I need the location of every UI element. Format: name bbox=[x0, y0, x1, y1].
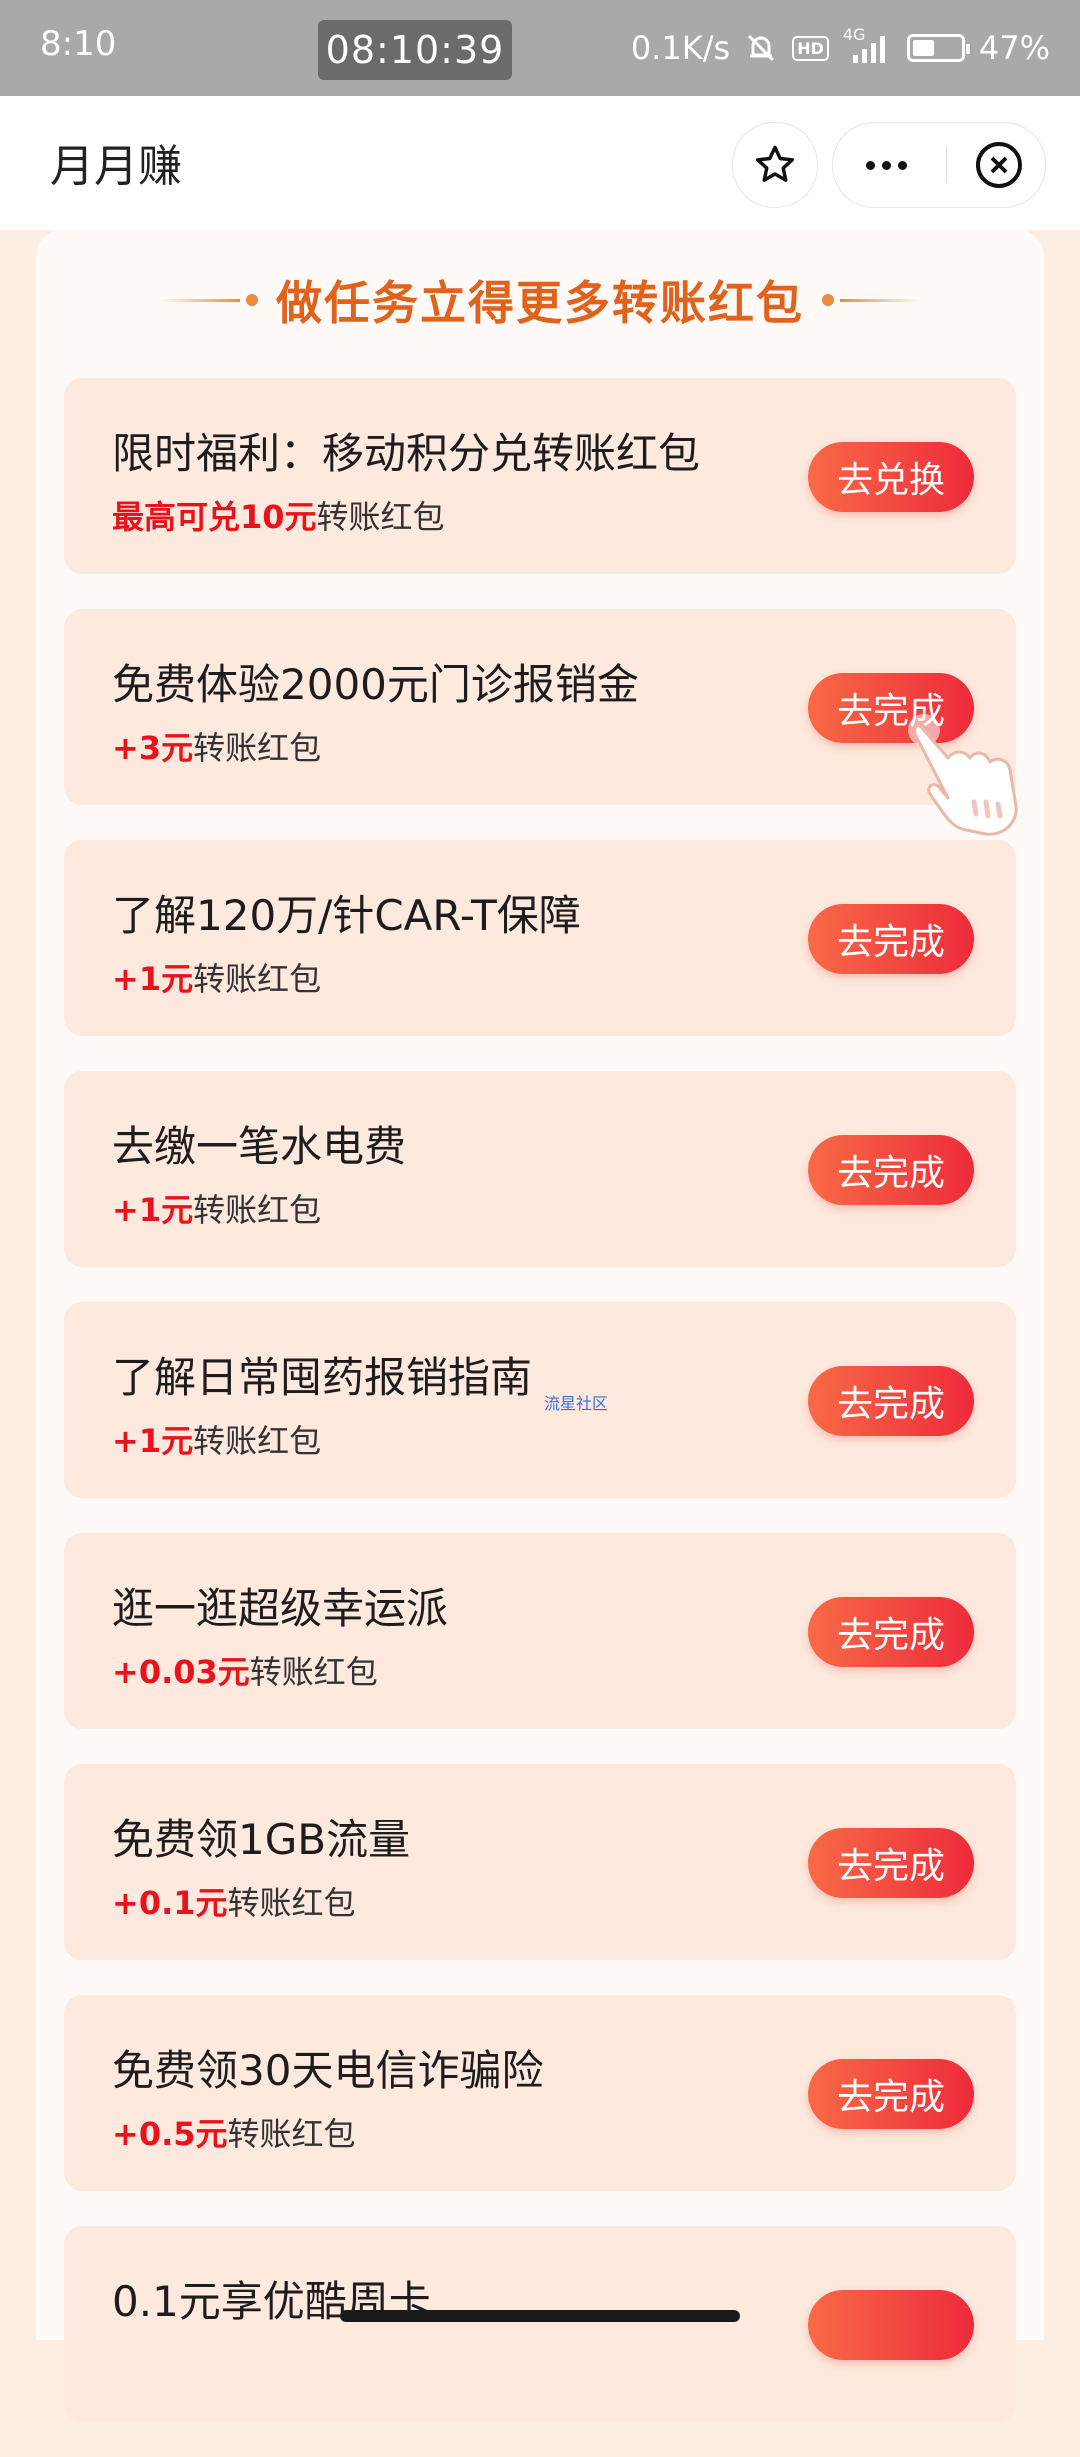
reward-label: 转账红包 bbox=[193, 1422, 322, 1460]
capsule-menu bbox=[832, 122, 1046, 208]
mini-program-title-bar: 月月赚 bbox=[0, 96, 1080, 230]
task-title: 了解120万/针CAR-T保障 bbox=[112, 891, 581, 940]
reward-amount: +1元 bbox=[112, 1191, 194, 1229]
task-reward: 最高可兑10元转账红包 bbox=[112, 492, 445, 538]
task-card[interactable]: 了解日常囤药报销指南 +1元转账红包 去完成 bbox=[64, 1302, 1016, 1498]
task-title: 去缴一笔水电费 bbox=[112, 1122, 407, 1171]
task-title: 免费体验2000元门诊报销金 bbox=[112, 660, 639, 709]
home-indicator[interactable] bbox=[340, 2310, 740, 2322]
task-card[interactable]: 免费领30天电信诈骗险 +0.5元转账红包 去完成 bbox=[64, 1995, 1016, 2191]
more-icon-dot bbox=[897, 160, 907, 170]
task-card[interactable]: 逛一逛超级幸运派 +0.03元转账红包 去完成 bbox=[64, 1533, 1016, 1729]
task-panel: 做任务立得更多转账红包 限时福利：移动积分兑转账红包 最高可兑10元转账红包 去兑换… bbox=[36, 230, 1044, 2422]
heading-decoration-right bbox=[822, 294, 920, 306]
status-icons: 0.1K/s HD 4G 47% bbox=[631, 22, 1050, 74]
reward-amount: +0.03元 bbox=[112, 1653, 250, 1691]
favorite-button[interactable] bbox=[732, 122, 818, 208]
task-card[interactable]: 限时福利：移动积分兑转账红包 最高可兑10元转账红包 去兑换 bbox=[64, 378, 1016, 574]
reward-label: 转账红包 bbox=[193, 1191, 322, 1229]
section-title: 做任务立得更多转账红包 bbox=[276, 276, 804, 330]
task-reward: +0.5元转账红包 bbox=[112, 2109, 356, 2155]
reward-label: 转账红包 bbox=[193, 729, 322, 767]
more-button[interactable] bbox=[833, 123, 939, 207]
status-time: 8:10 bbox=[40, 24, 117, 64]
close-button[interactable] bbox=[953, 123, 1045, 207]
star-icon bbox=[756, 145, 794, 182]
hd-badge: HD bbox=[792, 35, 829, 61]
complete-task-button[interactable]: 去完成 bbox=[808, 2059, 974, 2129]
watermark: 流星社区 bbox=[544, 1394, 609, 1413]
heading-decoration-left bbox=[160, 294, 258, 306]
task-title: 逛一逛超级幸运派 bbox=[112, 1584, 449, 1633]
task-title: 免费领1GB流量 bbox=[112, 1815, 411, 1864]
status-bar: 8:10 08:10:39 0.1K/s HD 4G 47% bbox=[0, 0, 1080, 96]
complete-task-button[interactable]: 去完成 bbox=[808, 1828, 974, 1898]
task-card[interactable]: 去缴一笔水电费 +1元转账红包 去完成 bbox=[64, 1071, 1016, 1267]
reward-label: 转账红包 bbox=[227, 2115, 356, 2153]
task-title: 限时福利：移动积分兑转账红包 bbox=[112, 429, 701, 478]
redeem-button[interactable]: 去兑换 bbox=[808, 442, 974, 512]
task-title: 了解日常囤药报销指南 bbox=[112, 1353, 533, 1402]
reward-label: 转账红包 bbox=[193, 960, 322, 998]
reward-amount: +0.1元 bbox=[112, 1884, 228, 1922]
reward-label: 转账红包 bbox=[316, 498, 445, 536]
screen-recording-clock: 08:10:39 bbox=[318, 20, 512, 80]
battery-icon bbox=[906, 34, 970, 62]
net-speed: 0.1K/s bbox=[630, 29, 731, 67]
task-reward: +1元转账红包 bbox=[112, 1185, 321, 1231]
complete-task-button[interactable]: 去完成 bbox=[808, 1366, 974, 1436]
complete-task-button[interactable]: 去完成 bbox=[808, 904, 974, 974]
task-card[interactable]: 0.1元享优酷周卡 bbox=[64, 2226, 1016, 2422]
reward-label: 转账红包 bbox=[249, 1653, 378, 1691]
task-reward: +1元转账红包 bbox=[112, 1416, 321, 1462]
reward-amount: +3元 bbox=[112, 729, 194, 767]
signal-icon: 4G bbox=[843, 25, 893, 65]
reward-amount: +1元 bbox=[112, 960, 194, 998]
reward-amount: 最高可兑10元 bbox=[112, 498, 317, 536]
capsule-divider bbox=[946, 147, 947, 183]
mute-bell-icon bbox=[744, 31, 778, 65]
pointing-hand-icon bbox=[908, 714, 1018, 836]
complete-task-button[interactable]: 去完成 bbox=[808, 1135, 974, 1205]
task-title: 免费领30天电信诈骗险 bbox=[112, 2046, 544, 2095]
task-reward: +1元转账红包 bbox=[112, 954, 321, 1000]
task-card[interactable]: 免费领1GB流量 +0.1元转账红包 去完成 bbox=[64, 1764, 1016, 1960]
battery-level bbox=[912, 40, 935, 56]
complete-task-button[interactable] bbox=[808, 2290, 974, 2360]
task-card[interactable]: 了解120万/针CAR-T保障 +1元转账红包 去完成 bbox=[64, 840, 1016, 1036]
section-heading: 做任务立得更多转账红包 bbox=[36, 260, 1044, 340]
more-icon-dot bbox=[881, 160, 891, 170]
page-title: 月月赚 bbox=[50, 141, 182, 192]
task-reward: +0.1元转账红包 bbox=[112, 1878, 356, 1924]
more-icon bbox=[865, 160, 875, 170]
task-card[interactable]: 免费体验2000元门诊报销金 +3元转账红包 去完成 bbox=[64, 609, 1016, 805]
reward-label: 转账红包 bbox=[227, 1884, 356, 1922]
task-list: 限时福利：移动积分兑转账红包 最高可兑10元转账红包 去兑换 免费体验2000元门诊报… bbox=[64, 378, 1016, 2457]
task-reward: +0.03元转账红包 bbox=[112, 1647, 378, 1693]
reward-amount: +0.5元 bbox=[112, 2115, 228, 2153]
battery-percent: 47% bbox=[978, 29, 1050, 67]
close-icon bbox=[976, 142, 1022, 188]
complete-task-button[interactable]: 去完成 bbox=[808, 1597, 974, 1667]
network-type: 4G bbox=[842, 25, 866, 44]
reward-amount: +1元 bbox=[112, 1422, 194, 1460]
task-reward: +3元转账红包 bbox=[112, 723, 321, 769]
